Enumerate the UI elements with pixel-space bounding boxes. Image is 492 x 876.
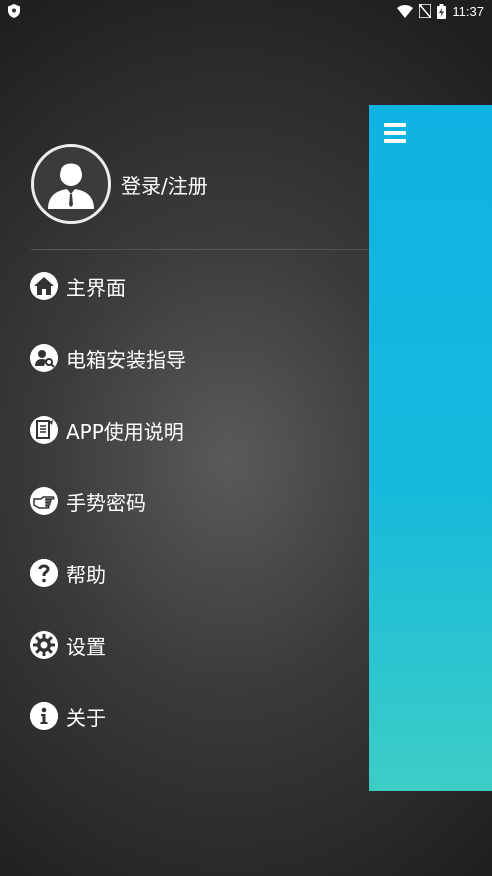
login-register-label: 登录/注册 [121, 173, 208, 198]
user-avatar-icon[interactable] [31, 144, 111, 224]
user-search-icon [30, 344, 58, 372]
menu-item-label: APP使用说明 [66, 419, 184, 444]
gear-icon [30, 631, 58, 659]
clock-time: 11:37 [452, 3, 484, 19]
menu-item-about[interactable]: 关于 [30, 696, 360, 736]
home-icon [30, 272, 58, 300]
menu-item-label: 关于 [66, 705, 106, 730]
menu-item-label: 电箱安装指导 [66, 347, 186, 372]
question-icon [30, 559, 58, 587]
menu-item-label: 帮助 [66, 562, 106, 587]
menu-item-label: 手势密码 [66, 490, 146, 515]
info-icon [30, 702, 58, 730]
menu-item-label: 设置 [66, 634, 106, 659]
wifi-icon [397, 4, 414, 18]
profile-divider [31, 249, 369, 250]
menu-item-home[interactable]: 主界面 [30, 266, 360, 306]
hand-pointing-icon [30, 487, 58, 515]
menu-item-app-manual[interactable]: APP使用说明 [30, 410, 360, 450]
menu-item-help[interactable]: 帮助 [30, 553, 360, 593]
profile-login-button[interactable]: 登录/注册 [31, 144, 208, 224]
menu-item-install-guide[interactable]: 电箱安装指导 [30, 338, 360, 378]
shield-icon [8, 4, 22, 18]
main-content-panel[interactable] [369, 105, 492, 791]
menu-item-label: 主界面 [66, 275, 126, 300]
battery-charging-icon [437, 3, 447, 19]
hamburger-icon[interactable] [384, 123, 408, 145]
menu-item-gesture-password[interactable]: 手势密码 [30, 481, 360, 521]
no-sim-icon [419, 4, 432, 18]
menu-item-settings[interactable]: 设置 [30, 625, 360, 665]
document-icon [30, 416, 58, 444]
status-bar: 11:37 [0, 0, 492, 22]
